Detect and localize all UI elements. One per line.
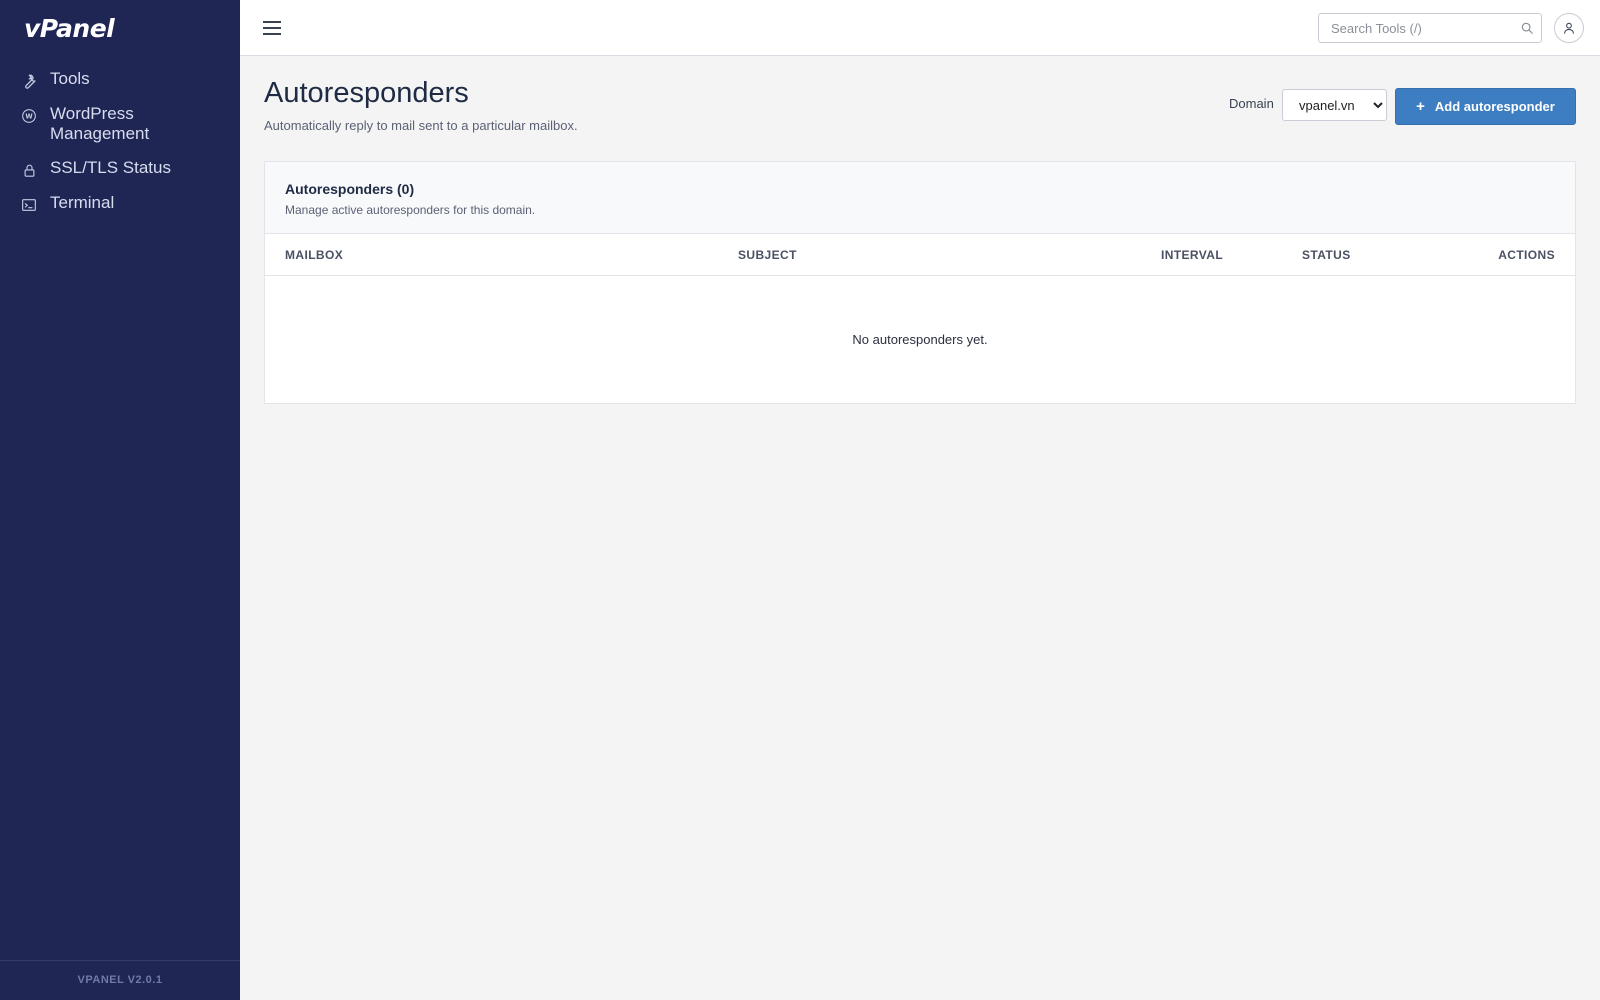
wordpress-icon: W: [20, 107, 38, 125]
sidebar-nav: Tools W WordPress Management SSL/TLS Sta…: [0, 64, 240, 223]
sidebar-item-terminal[interactable]: Terminal: [0, 188, 240, 223]
page-subtitle: Automatically reply to mail sent to a pa…: [264, 118, 578, 133]
search-icon[interactable]: [1520, 21, 1534, 35]
search-input[interactable]: [1319, 14, 1509, 42]
wrench-icon: [20, 72, 38, 90]
card-subtitle: Manage active autoresponders for this do…: [285, 203, 536, 217]
terminal-icon: [20, 196, 38, 214]
column-header-subject[interactable]: SUBJECT: [738, 248, 797, 262]
domain-select[interactable]: vpanel.vn: [1282, 89, 1387, 121]
sidebar-item-ssl-tls-status[interactable]: SSL/TLS Status: [0, 153, 240, 188]
sidebar-item-label: Tools: [50, 69, 90, 88]
domain-label: Domain: [1229, 96, 1274, 111]
sidebar-item-label: WordPress Management: [50, 104, 150, 143]
user-menu-button[interactable]: [1554, 13, 1584, 43]
top-bar: [240, 0, 1600, 56]
page-title: Autoresponders: [264, 77, 469, 109]
menu-toggle-button[interactable]: [260, 16, 284, 40]
add-autoresponder-button[interactable]: + Add autoresponder: [1395, 88, 1576, 125]
sidebar-item-wordpress-management[interactable]: W WordPress Management: [0, 99, 240, 153]
autoresponders-card: Autoresponders (0) Manage active autores…: [264, 161, 1576, 404]
column-header-interval[interactable]: INTERVAL: [1161, 248, 1223, 262]
add-autoresponder-label: Add autoresponder: [1434, 99, 1555, 114]
version-label: VPANEL V2.0.1: [0, 960, 240, 1000]
lock-icon: [20, 161, 38, 179]
svg-text:W: W: [25, 113, 33, 121]
vpanel-logo[interactable]: vPanel: [24, 14, 115, 43]
table-header: MAILBOX SUBJECT INTERVAL STATUS ACTIONS: [265, 234, 1575, 276]
main-content: Autoresponders Automatically reply to ma…: [240, 56, 1600, 1000]
column-header-mailbox[interactable]: MAILBOX: [285, 248, 343, 262]
column-header-actions: ACTIONS: [1498, 248, 1555, 262]
card-header: Autoresponders (0) Manage active autores…: [265, 162, 1575, 234]
hamburger-icon: [263, 21, 281, 35]
card-title: Autoresponders (0): [285, 181, 415, 197]
sidebar: vPanel Tools W WordPress Management SSL/…: [0, 0, 240, 1000]
sidebar-item-label: SSL/TLS Status: [50, 158, 171, 177]
user-icon: [1564, 22, 1574, 34]
plus-icon: +: [1416, 98, 1425, 115]
empty-state-message: No autoresponders yet.: [852, 332, 988, 347]
search-box: [1318, 13, 1542, 43]
column-header-status[interactable]: STATUS: [1302, 248, 1351, 262]
sidebar-item-label: Terminal: [50, 193, 115, 212]
sidebar-item-tools[interactable]: Tools: [0, 64, 240, 99]
